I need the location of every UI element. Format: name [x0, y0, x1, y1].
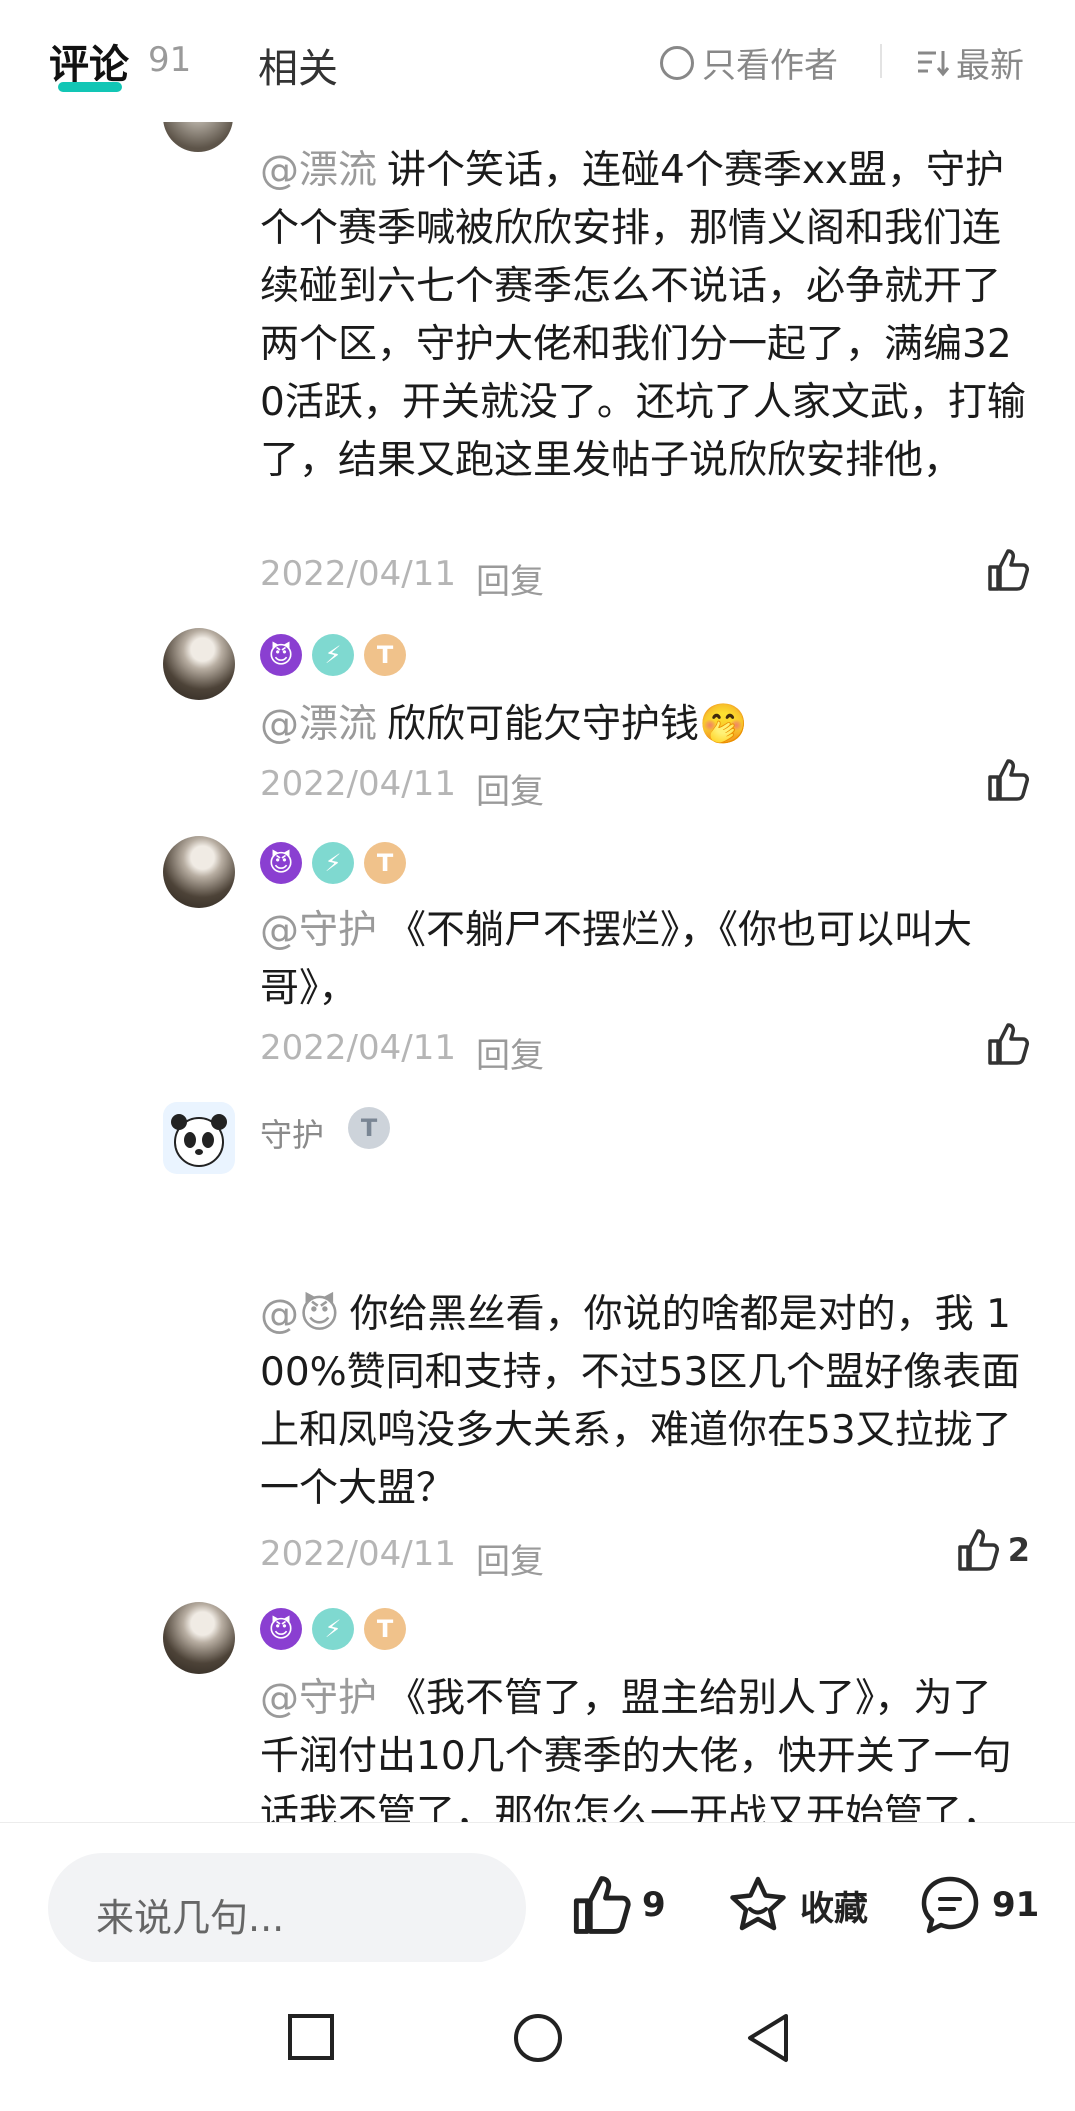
thumbs-up-icon — [988, 759, 1029, 801]
devil-badge-icon: 😈 — [260, 634, 302, 676]
thumbs-up-icon — [988, 1023, 1029, 1065]
radio-circle-icon — [660, 45, 694, 80]
like-post-count: 9 — [642, 1885, 666, 1925]
like-count: 2 — [1007, 1531, 1030, 1569]
comment-meta: 2022/04/11 回复 — [260, 1028, 544, 1077]
sort-icon — [918, 50, 950, 76]
level-badge-icon: ⚡ — [312, 842, 354, 884]
devil-badge-icon: 😈 — [260, 1608, 302, 1650]
comment-date: 2022/04/11 — [260, 554, 456, 594]
system-navigation-bar — [0, 1962, 1075, 2111]
star-icon — [730, 1876, 786, 1931]
avatar[interactable] — [163, 1602, 235, 1674]
comment-text: @守护 《我不管了，盟主给别人了》，为了千润付出10几个赛季的大佬，快开关了一句话… — [260, 1676, 1012, 1822]
like-button[interactable]: 2 — [954, 1527, 1030, 1573]
avatar[interactable] — [163, 1102, 235, 1174]
level-badge-icon: ⚡ — [312, 634, 354, 676]
thumbs-up-icon — [988, 549, 1029, 591]
divider — [880, 44, 882, 78]
like-button[interactable] — [984, 757, 1030, 803]
mention-link[interactable]: @😈 — [260, 1292, 340, 1337]
comments-count-bottom: 91 — [992, 1885, 1040, 1925]
mention-link[interactable]: @漂流 — [260, 702, 377, 747]
author-only-toggle[interactable]: 只看作者 — [660, 38, 838, 87]
comment-text: @漂流 欣欣可能欠守护钱🤭 — [260, 702, 748, 747]
home-icon[interactable] — [512, 2012, 564, 2064]
comments-count: 91 — [148, 40, 192, 80]
mention-link[interactable]: @漂流 — [260, 148, 377, 193]
comment-meta: 2022/04/11 回复 — [260, 1534, 544, 1583]
user-badges: 😈 ⚡ T — [260, 1608, 406, 1650]
comment-text: @漂流 讲个笑话，连碰4个赛季xx盟，守护个个赛季喊被欣欣安排，那情义阁和我们连续… — [260, 148, 1026, 483]
mention-link[interactable]: @守护 — [260, 908, 377, 953]
comment-date: 2022/04/11 — [260, 1534, 456, 1574]
author-only-label: 只看作者 — [702, 46, 838, 86]
user-badges: 😈 ⚡ T — [260, 634, 406, 676]
favorite-label: 收藏 — [800, 1888, 868, 1929]
avatar[interactable] — [163, 628, 235, 700]
comment-meta: 2022/04/11 回复 — [260, 554, 544, 603]
reply-button[interactable]: 回复 — [476, 764, 544, 813]
comments-button[interactable]: 91 — [918, 1873, 1039, 1937]
comment-list: @漂流 讲个笑话，连碰4个赛季xx盟，守护个个赛季喊被欣欣安排，那情义阁和我们连续… — [0, 122, 1075, 1822]
sort-button[interactable]: 最新 — [916, 38, 1024, 87]
tab-related[interactable]: 相关 — [258, 36, 338, 94]
user-badges: T — [348, 1107, 390, 1149]
t5-badge-icon: T — [364, 1608, 406, 1650]
thumbs-up-icon — [957, 1529, 999, 1571]
comment-text: @守护 《不躺尸不摆烂》，《你也可以叫大哥》， — [260, 908, 973, 1011]
like-post-button[interactable]: 9 — [568, 1873, 666, 1937]
like-button[interactable] — [984, 547, 1030, 593]
username[interactable]: 守护 — [260, 1110, 324, 1156]
avatar[interactable] — [163, 122, 233, 152]
avatar[interactable] — [163, 836, 235, 908]
thumbs-up-icon — [573, 1876, 631, 1934]
favorite-button[interactable]: 收藏 — [726, 1873, 868, 1937]
comment-input[interactable]: 来说几句... — [48, 1853, 526, 1963]
t5-badge-icon: T — [364, 842, 406, 884]
comment-date: 2022/04/11 — [260, 764, 456, 804]
reply-button[interactable]: 回复 — [476, 1028, 544, 1077]
t3-badge-icon: T — [348, 1107, 390, 1149]
panda-avatar-icon — [171, 1114, 227, 1167]
comment-tab-bar: 评论 91 相关 只看作者 最新 — [0, 0, 1075, 122]
comment-bubble-icon — [921, 1876, 979, 1934]
like-button[interactable] — [984, 1021, 1030, 1067]
comment-input-placeholder: 来说几句... — [96, 1896, 285, 1940]
back-icon[interactable] — [744, 2012, 792, 2064]
devil-badge-icon: 😈 — [260, 842, 302, 884]
comment-meta: 2022/04/11 回复 — [260, 764, 544, 813]
comment-text: @😈 你给黑丝看，你说的啥都是对的，我 100%赞同和支持，不过53区几个盟好像表… — [260, 1292, 1021, 1511]
recent-apps-icon[interactable] — [286, 2012, 336, 2062]
active-tab-indicator — [58, 82, 122, 92]
comment-date: 2022/04/11 — [260, 1028, 456, 1068]
mention-link[interactable]: @守护 — [260, 1676, 377, 1721]
level-badge-icon: ⚡ — [312, 1608, 354, 1650]
t5-badge-icon: T — [364, 634, 406, 676]
reply-button[interactable]: 回复 — [476, 554, 544, 603]
sort-label: 最新 — [956, 46, 1024, 86]
reply-button[interactable]: 回复 — [476, 1534, 544, 1583]
bottom-action-bar: 来说几句... 9 收藏 91 — [0, 1822, 1075, 1963]
user-badges: 😈 ⚡ T — [260, 842, 406, 884]
